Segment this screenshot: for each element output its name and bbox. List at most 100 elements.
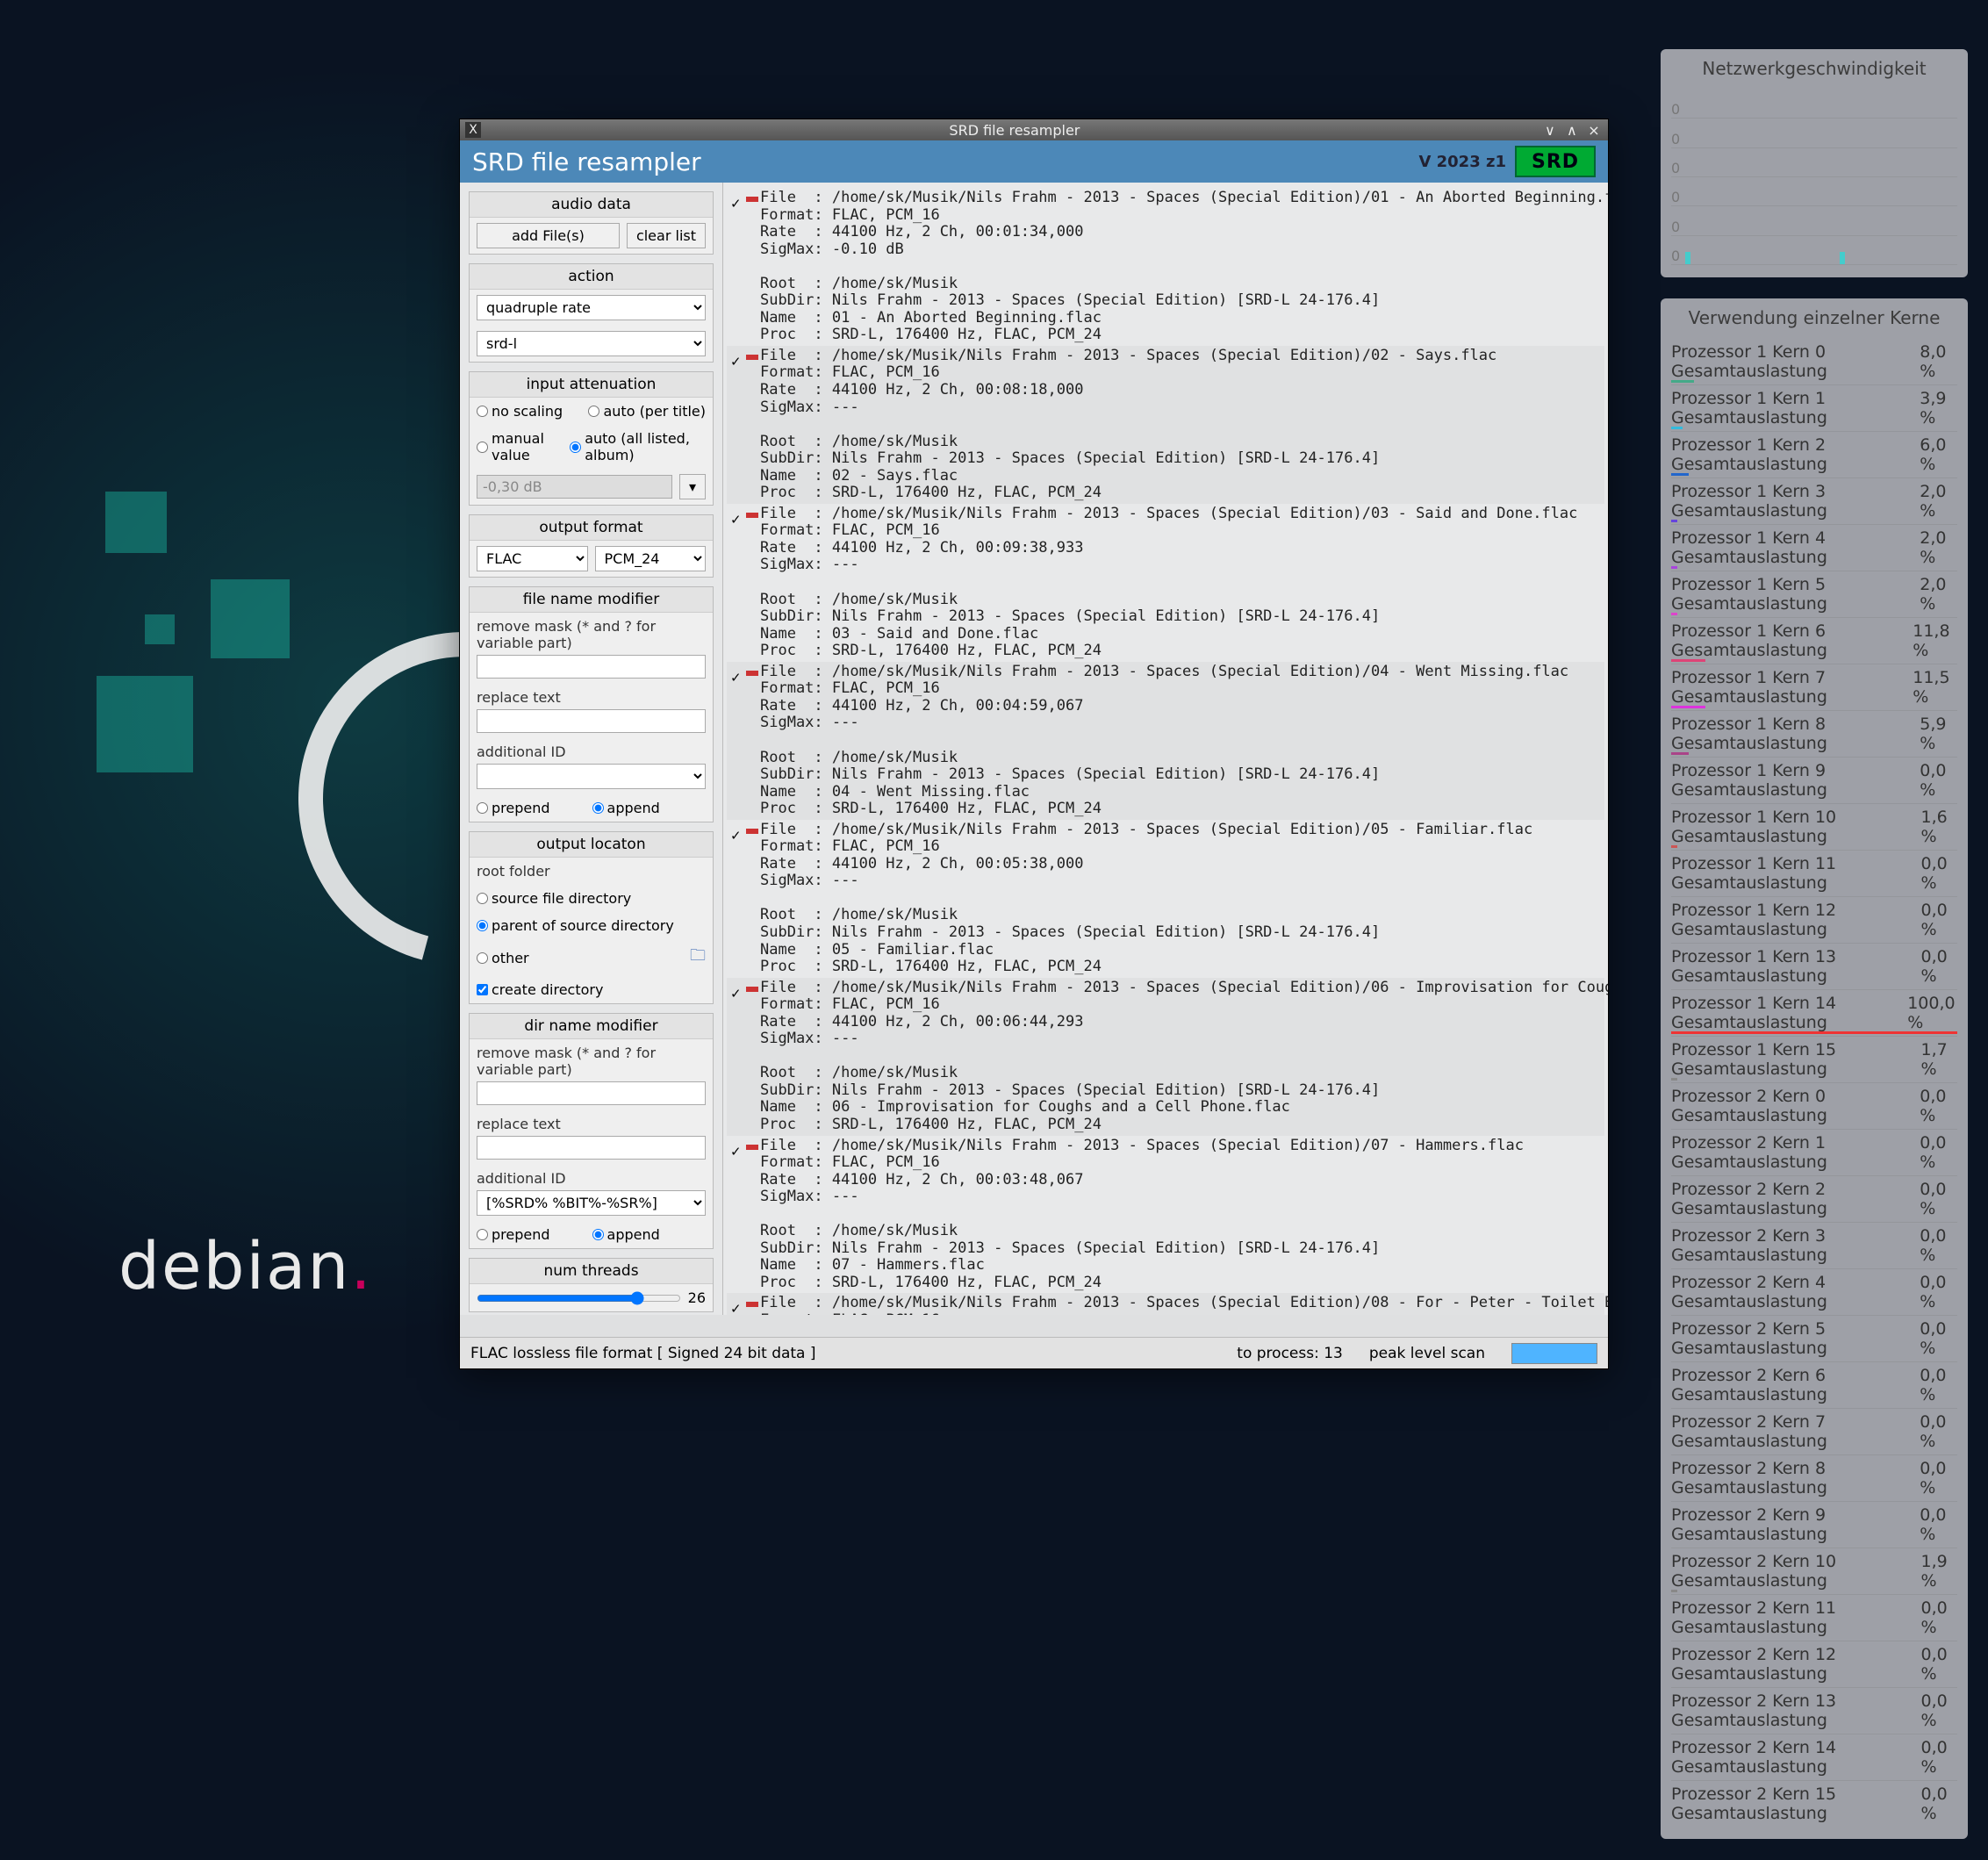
log-entry[interactable]: ✓ File : /home/sk/Musik/Nils Frahm - 2013… [727, 504, 1604, 662]
radio-no-scaling[interactable] [477, 406, 488, 417]
core-percent: 2,0 % [1920, 575, 1957, 614]
check-icon: ✓ [730, 354, 742, 370]
encoding-select[interactable]: PCM_24 [595, 546, 707, 571]
radio-auto-album[interactable] [570, 442, 581, 453]
core-percent: 0,0 % [1920, 1412, 1957, 1451]
core-usage-row: Prozessor 2 Kern 12 Gesamtauslastung0,0 … [1671, 1641, 1957, 1687]
core-label: Prozessor 1 Kern 5 Gesamtauslastung [1671, 575, 1920, 614]
core-label: Prozessor 1 Kern 13 Gesamtauslastung [1671, 947, 1920, 986]
core-label: Prozessor 1 Kern 11 Gesamtauslastung [1671, 854, 1920, 893]
core-percent: 2,0 % [1920, 528, 1957, 567]
check-icon: ✓ [730, 670, 742, 686]
container-select[interactable]: FLAC [477, 546, 588, 571]
check-create-directory[interactable] [477, 984, 488, 995]
core-label: Prozessor 1 Kern 6 Gesamtauslastung [1671, 621, 1913, 660]
core-label: Prozessor 1 Kern 2 Gesamtauslastung [1671, 435, 1920, 474]
core-label: Prozessor 2 Kern 5 Gesamtauslastung [1671, 1319, 1920, 1358]
net-graph-row: 0 [1671, 90, 1957, 118]
manual-db-input [477, 475, 672, 499]
add-files-button[interactable]: add File(s) [477, 223, 620, 248]
progress-marker [746, 829, 758, 834]
core-percent: 0,0 % [1920, 1505, 1957, 1544]
core-percent: 100,0 % [1907, 994, 1957, 1032]
file-replace-text-input[interactable] [477, 709, 706, 733]
window-minimize-button[interactable]: ∨ [1541, 122, 1559, 139]
log-entry[interactable]: ✓File : /home/sk/Musik/Nils Frahm - 2013… [727, 662, 1604, 820]
log-entry[interactable]: ✓File : /home/sk/Musik/Nils Frahm - 2013… [727, 978, 1604, 1136]
widget-heading: Netzwerkgeschwindigkeit [1671, 58, 1957, 79]
core-usage-row: Prozessor 1 Kern 15 Gesamtauslastung1,7 … [1671, 1036, 1957, 1082]
core-label: Prozessor 1 Kern 14 Gesamtauslastung [1671, 994, 1907, 1032]
panel-heading: dir name modifier [470, 1014, 713, 1039]
log-text: File : /home/sk/Musik/Nils Frahm - 2013 … [760, 1295, 1604, 1315]
core-label: Prozessor 2 Kern 13 Gesamtauslastung [1671, 1691, 1920, 1730]
file-remove-mask-input[interactable] [477, 655, 706, 679]
window-titlebar[interactable]: X SRD file resampler ∨ ∧ × [460, 119, 1608, 140]
widget-heading: Verwendung einzelner Kerne [1671, 307, 1957, 328]
dir-additional-id-select[interactable]: [%SRD% %BIT%-%SR%] [477, 1190, 706, 1216]
core-percent: 0,0 % [1920, 761, 1957, 800]
core-label: Prozessor 1 Kern 4 Gesamtauslastung [1671, 528, 1920, 567]
core-usage-row: Prozessor 1 Kern 14 Gesamtauslastung100,… [1671, 989, 1957, 1036]
core-label: Prozessor 1 Kern 3 Gesamtauslastung [1671, 482, 1920, 521]
core-label: Prozessor 1 Kern 9 Gesamtauslastung [1671, 761, 1920, 800]
core-percent: 1,6 % [1920, 808, 1957, 846]
log-entry[interactable]: ✓File : /home/sk/Musik/Nils Frahm - 2013… [727, 346, 1604, 504]
log-entry[interactable]: ✓File : /home/sk/Musik/Nils Frahm - 2013… [727, 1136, 1604, 1294]
algo-select[interactable]: srd-l [477, 331, 706, 356]
radio-file-append[interactable] [592, 802, 604, 814]
log-entry[interactable]: ✓File : /home/sk/Musik/Nils Frahm - 2013… [727, 820, 1604, 978]
core-label: Prozessor 2 Kern 0 Gesamtauslastung [1671, 1087, 1920, 1125]
core-usage-row: Prozessor 1 Kern 5 Gesamtauslastung2,0 % [1671, 571, 1957, 617]
panel-attenuation: input attenuation no scaling auto (per t… [469, 371, 714, 506]
dir-replace-text-input[interactable] [477, 1136, 706, 1160]
core-percent: 8,0 % [1920, 342, 1957, 381]
core-usage-row: Prozessor 1 Kern 12 Gesamtauslastung0,0 … [1671, 896, 1957, 943]
core-usage-row: Prozessor 2 Kern 5 Gesamtauslastung0,0 % [1671, 1315, 1957, 1361]
log-entry[interactable]: ✓File : /home/sk/Musik/Nils Frahm - 2013… [727, 188, 1604, 346]
folder-picker-icon[interactable]: 🗀 [690, 944, 706, 971]
threads-value: 26 [688, 1289, 706, 1306]
radio-manual-value[interactable] [477, 442, 488, 453]
window-maximize-button[interactable]: ∧ [1563, 122, 1581, 139]
rate-select[interactable]: quadruple rate [477, 295, 706, 320]
net-graph-row: 0 [1671, 177, 1957, 206]
processing-log[interactable]: ✓ File : /home/sk/Musik/Nils Frahm - 2013… [723, 183, 1608, 1315]
core-percent: 0,0 % [1920, 1319, 1957, 1358]
radio-dir-append[interactable] [592, 1229, 604, 1240]
panel-file-name-modifier: file name modifier remove mask (* and ? … [469, 586, 714, 822]
clear-list-button[interactable]: clear list [627, 223, 706, 248]
radio-parent-dir[interactable] [477, 920, 488, 931]
core-percent: 0,0 % [1920, 1459, 1957, 1497]
panel-heading: file name modifier [470, 587, 713, 613]
radio-source-dir[interactable] [477, 893, 488, 904]
radio-file-prepend[interactable] [477, 802, 488, 814]
net-graph-row: 0 [1671, 148, 1957, 177]
check-icon: ✓ [730, 512, 742, 528]
threads-slider[interactable] [477, 1291, 681, 1305]
radio-other-dir[interactable] [477, 952, 488, 964]
core-percent: 0,0 % [1920, 1366, 1957, 1404]
panel-output-location: output locaton root folder source file d… [469, 831, 714, 1004]
radio-dir-prepend[interactable] [477, 1229, 488, 1240]
app-title: SRD file resampler [472, 147, 701, 176]
file-additional-id-select[interactable] [477, 764, 706, 789]
check-icon: ✓ [730, 1301, 742, 1315]
dir-remove-mask-input[interactable] [477, 1081, 706, 1105]
core-usage-row: Prozessor 2 Kern 1 Gesamtauslastung0,0 % [1671, 1129, 1957, 1175]
window-close-button[interactable]: × [1585, 122, 1603, 139]
settings-sidebar[interactable]: audio data add File(s) clear list action… [460, 183, 723, 1315]
core-usage-row: Prozessor 2 Kern 4 Gesamtauslastung0,0 % [1671, 1268, 1957, 1315]
db-stepper[interactable]: ▾ [679, 474, 706, 499]
core-usage-row: Prozessor 2 Kern 13 Gesamtauslastung0,0 … [1671, 1687, 1957, 1734]
status-format-hint: FLAC lossless file format [ Signed 24 bi… [470, 1345, 816, 1362]
log-entry[interactable]: ✓ File : /home/sk/Musik/Nils Frahm - 2013… [727, 1293, 1604, 1315]
log-text: File : /home/sk/Musik/Nils Frahm - 2013 … [760, 506, 1604, 660]
core-usage-row: Prozessor 2 Kern 10 Gesamtauslastung1,9 … [1671, 1548, 1957, 1594]
app-logo: SRD [1515, 146, 1596, 177]
app-window: X SRD file resampler ∨ ∧ × SRD file resa… [459, 118, 1609, 1369]
log-text: File : /home/sk/Musik/Nils Frahm - 2013 … [760, 190, 1604, 344]
radio-auto-title[interactable] [588, 406, 599, 417]
window-system-icon[interactable]: X [465, 122, 481, 138]
system-monitor: Netzwerkgeschwindigkeit 000000 Verwendun… [1661, 49, 1968, 1860]
